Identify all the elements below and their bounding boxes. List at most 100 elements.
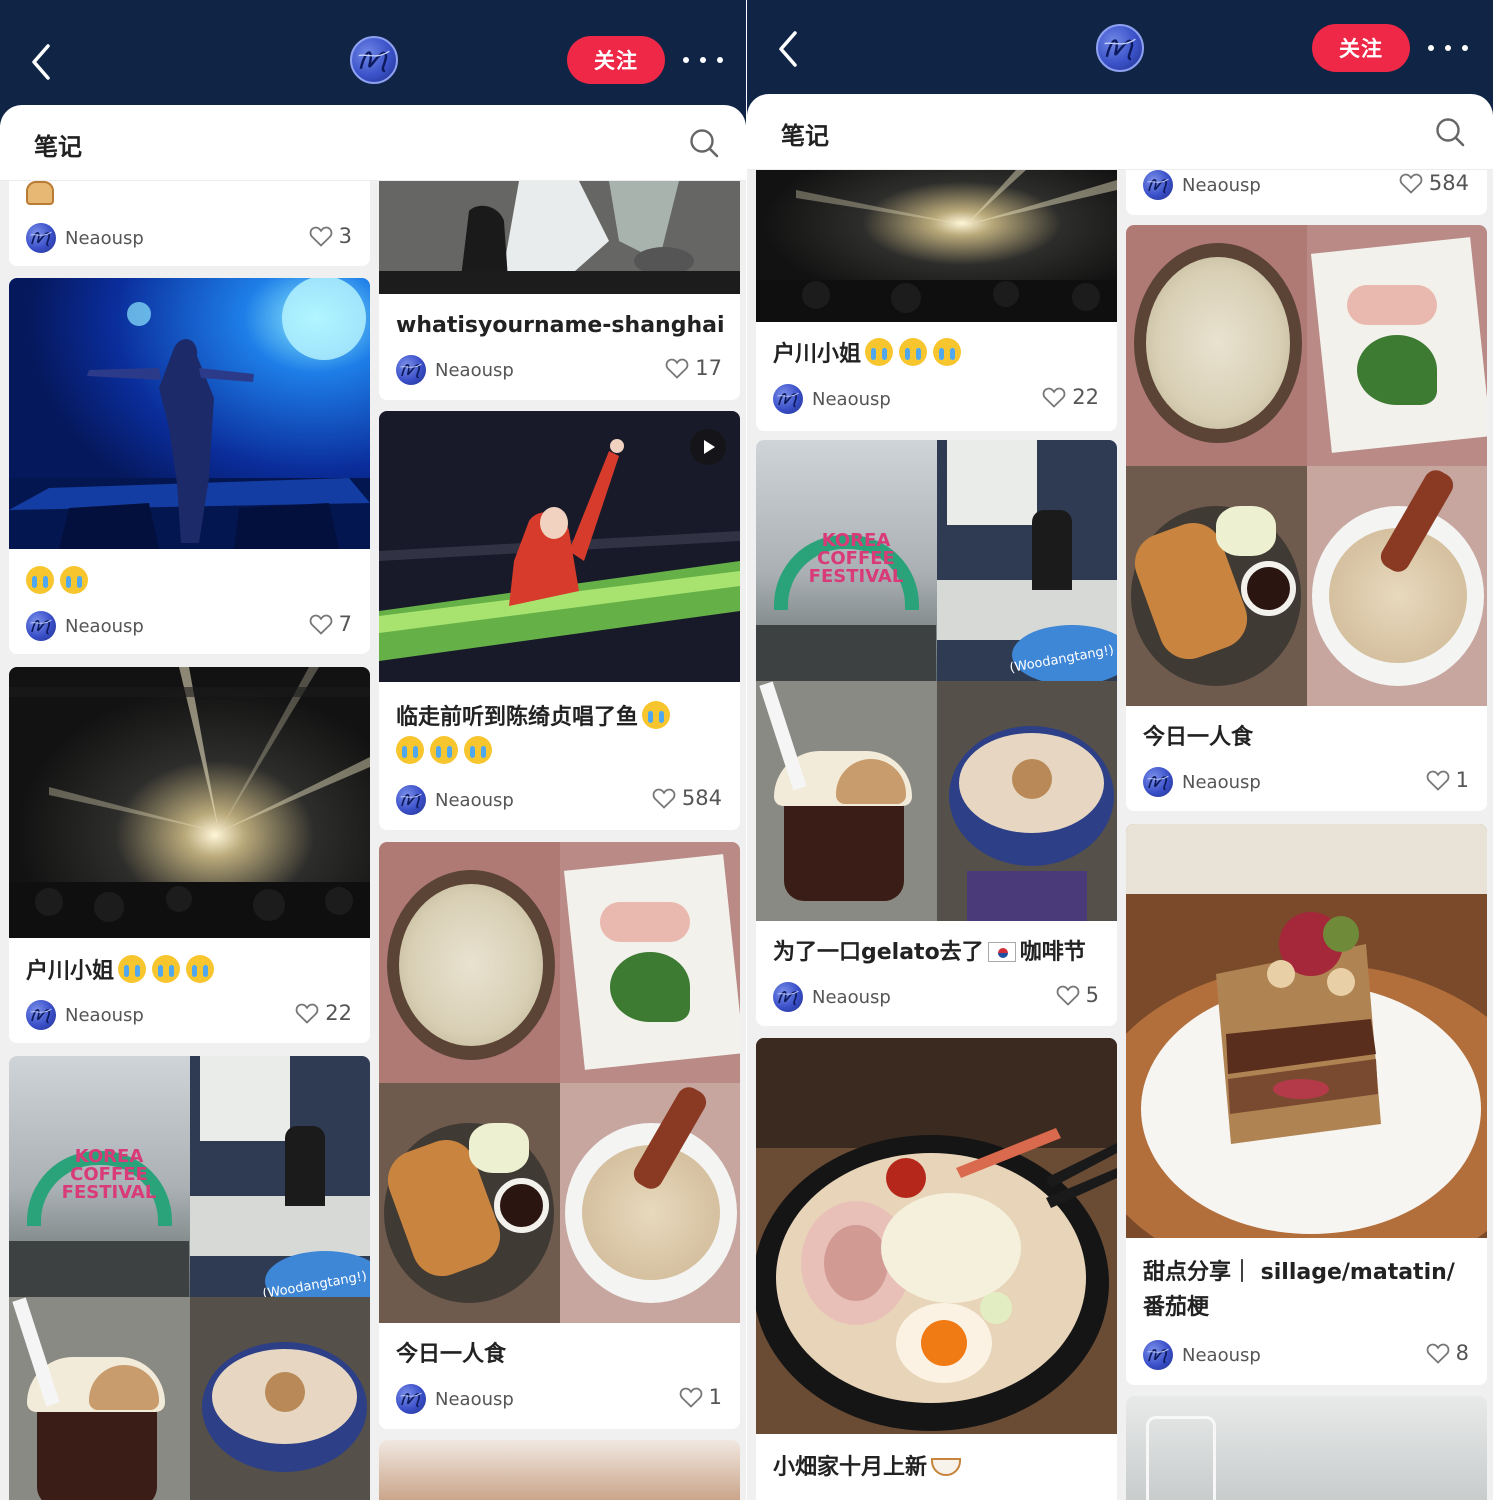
note-card[interactable]: 户川小姐 Neaousp 22	[756, 170, 1117, 431]
author-avatar	[773, 384, 803, 414]
collage-rice-bowl	[1306, 466, 1487, 706]
note-author[interactable]: Neaousp	[26, 611, 144, 641]
heart-icon	[1042, 386, 1066, 408]
author-avatar	[1143, 1340, 1173, 1370]
profile-avatar[interactable]	[350, 36, 398, 84]
note-author[interactable]: Neaousp	[1143, 1340, 1261, 1370]
note-photo-partial	[379, 1440, 740, 1500]
like-button[interactable]: 3	[309, 224, 352, 248]
note-author[interactable]: Neaousp	[773, 982, 891, 1012]
search-icon[interactable]	[1434, 116, 1466, 148]
heart-icon	[309, 225, 333, 247]
note-card[interactable]	[1126, 1396, 1487, 1500]
collage-gelato-cup	[9, 1297, 190, 1500]
play-icon[interactable]	[690, 429, 726, 465]
note-card[interactable]: 小畑家十月上新	[756, 1038, 1117, 1500]
collage-rice-pot	[1126, 225, 1307, 466]
note-photo-concert-blue	[9, 278, 370, 549]
crying-emoji-icon	[430, 736, 458, 764]
note-card[interactable]: Neaousp 3	[9, 181, 370, 266]
heart-icon	[652, 787, 676, 809]
note-card[interactable]: KOREA COFFEE FESTIVAL (Woodangtang!)	[756, 440, 1117, 1026]
notes-section-header: 笔记	[0, 105, 746, 181]
collage-gelato-cup	[756, 681, 937, 921]
like-button[interactable]: 1	[1426, 768, 1469, 792]
collage-tonkatsu	[1126, 466, 1307, 706]
note-author[interactable]: Neaousp	[773, 384, 891, 414]
collage-festival-gate: KOREA COFFEE FESTIVAL	[756, 440, 937, 681]
note-card[interactable]: 今日一人食 Neaousp 1	[379, 842, 740, 1429]
note-card[interactable]	[379, 1440, 740, 1500]
more-dots-icon[interactable]	[683, 55, 723, 65]
chevron-left-icon[interactable]	[773, 27, 803, 71]
heart-icon	[679, 1386, 703, 1408]
note-card[interactable]: Neaousp 7	[9, 278, 370, 654]
notes-section-header: 笔记	[747, 94, 1493, 170]
note-author[interactable]: Neaousp	[396, 1384, 514, 1414]
note-author[interactable]: Neaousp	[1143, 170, 1261, 200]
left-screenshot-panel: 关注 笔记 Neaousp 3 Neaousp 7 户川小姐 Neaousp 2…	[0, 0, 746, 1500]
collage-sashimi-plate	[559, 842, 740, 1083]
author-avatar	[396, 355, 426, 385]
note-author[interactable]: Neaousp	[26, 223, 144, 253]
note-card[interactable]: Neaousp 584	[1126, 170, 1487, 215]
notes-tab-title: 笔记	[34, 133, 82, 161]
note-card[interactable]: 今日一人食 Neaousp 1	[1126, 225, 1487, 811]
author-avatar	[26, 1000, 56, 1030]
note-card[interactable]: 临走前听到陈绮贞唱了鱼 Neaousp 584	[379, 411, 740, 830]
notes-tab-title: 笔记	[781, 122, 829, 150]
collage-latte-bowl	[189, 1297, 370, 1500]
like-button[interactable]: 584	[1399, 171, 1469, 195]
like-button[interactable]: 584	[652, 786, 722, 810]
like-button[interactable]: 17	[665, 356, 722, 380]
follow-button[interactable]: 关注	[1312, 24, 1410, 72]
note-author[interactable]: Neaousp	[1143, 767, 1261, 797]
chevron-left-icon[interactable]	[26, 40, 56, 84]
author-avatar	[26, 611, 56, 641]
note-author[interactable]: Neaousp	[396, 355, 514, 385]
heart-icon	[1426, 1342, 1450, 1364]
follow-button[interactable]: 关注	[567, 36, 665, 84]
note-card[interactable]: whatisyourname-shanghai Neaousp 17	[379, 181, 740, 400]
crying-emoji-icon	[152, 955, 181, 983]
heart-icon	[1056, 984, 1080, 1006]
note-photo-collage-meal	[1126, 225, 1487, 706]
note-photo-collage-meal	[379, 842, 740, 1323]
note-title: 甜点分享｜ sillage/matatin/番茄梗	[1143, 1260, 1455, 1320]
note-photo-concert-lights	[756, 170, 1117, 322]
like-button[interactable]: 22	[295, 1001, 352, 1025]
like-button[interactable]: 22	[1042, 385, 1099, 409]
note-title: whatisyourname-shanghai	[396, 313, 725, 338]
like-button[interactable]: 7	[309, 612, 352, 636]
crying-emoji-icon	[464, 736, 492, 764]
like-button[interactable]: 8	[1426, 1341, 1469, 1365]
note-photo-concert-lights	[9, 667, 370, 938]
crying-emoji-icon	[186, 955, 215, 983]
crying-emoji-icon	[899, 338, 928, 366]
like-button[interactable]: 1	[679, 1385, 722, 1409]
korea-flag-emoji-icon	[987, 942, 1016, 962]
collage-coffee-stand: (Woodangtang!)	[189, 1056, 370, 1297]
note-photo-partial-glass	[1126, 1396, 1487, 1500]
author-avatar	[773, 982, 803, 1012]
note-card[interactable]: 甜点分享｜ sillage/matatin/番茄梗 Neaousp 8	[1126, 824, 1487, 1385]
more-dots-icon[interactable]	[1428, 43, 1468, 53]
note-author[interactable]: Neaousp	[26, 1000, 144, 1030]
note-card[interactable]: 户川小姐 Neaousp 22	[9, 667, 370, 1043]
like-button[interactable]: 5	[1056, 983, 1099, 1007]
heart-icon	[1426, 769, 1450, 791]
author-avatar	[396, 1384, 426, 1414]
note-title: 户川小姐	[773, 337, 1103, 372]
search-icon[interactable]	[688, 127, 720, 159]
note-photo-band-stage	[379, 181, 740, 294]
author-avatar	[396, 785, 426, 815]
collage-tonkatsu	[379, 1083, 560, 1323]
author-avatar	[26, 223, 56, 253]
note-photo-ramen	[756, 1038, 1117, 1434]
profile-avatar[interactable]	[1096, 24, 1144, 72]
note-author[interactable]: Neaousp	[396, 785, 514, 815]
note-title: 临走前听到陈绮贞唱了鱼	[396, 700, 726, 770]
note-card[interactable]: KOREA COFFEE FESTIVAL (Woodangtang!)	[9, 1056, 370, 1500]
note-title: 户川小姐	[26, 954, 356, 989]
collage-rice-bowl	[559, 1083, 740, 1323]
